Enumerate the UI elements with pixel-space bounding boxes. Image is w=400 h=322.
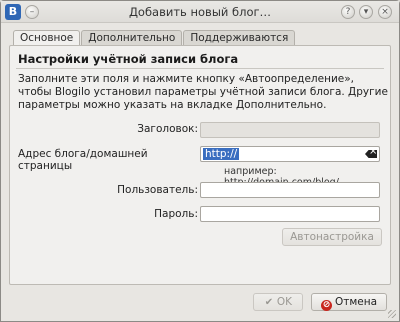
autoconfig-button[interactable]: Автонастройка [282,228,382,246]
password-label: Пароль: [154,208,198,220]
clear-text-icon[interactable] [365,150,377,158]
tab-supported[interactable]: Поддерживаются [183,30,296,46]
ok-label: OK [276,296,293,308]
title-input[interactable] [200,122,380,138]
tab-bar: Основное Дополнительно Поддерживаются [13,30,296,47]
password-input[interactable] [200,206,380,222]
help-icon[interactable]: ? [341,5,355,19]
username-label: Пользователь: [117,184,198,196]
cancel-button[interactable]: ⊘ Отмена [311,293,387,311]
divider [16,68,384,69]
cancel-icon: ⊘ [320,300,332,311]
close-icon[interactable]: × [378,5,392,19]
url-label: Адрес блога/домашней страницы [18,148,148,172]
url-input-text: http:// [203,148,240,160]
dialog-window: B – Добавить новый блог… ? ▾ × Основное … [0,0,400,322]
description-text: Заполните эти поля и нажмите кнопку «Авт… [18,73,388,111]
cancel-label: Отмена [334,296,378,308]
ok-button[interactable]: ✔ OK [253,293,303,311]
settings-panel: Настройки учётной записи блога Заполните… [9,45,391,285]
title-label: Заголовок: [137,123,198,135]
url-input[interactable]: http:// [200,146,380,162]
tab-advanced[interactable]: Дополнительно [81,30,183,46]
title-bar[interactable]: B – Добавить новый блог… ? ▾ × [1,1,399,23]
section-heading: Настройки учётной записи блога [18,52,239,66]
check-icon: ✔ [264,297,274,308]
resize-grip-icon[interactable] [388,310,396,318]
minimize-icon[interactable]: ▾ [359,5,373,19]
window-title: Добавить новый блог… [128,5,272,19]
username-input[interactable] [200,182,380,198]
